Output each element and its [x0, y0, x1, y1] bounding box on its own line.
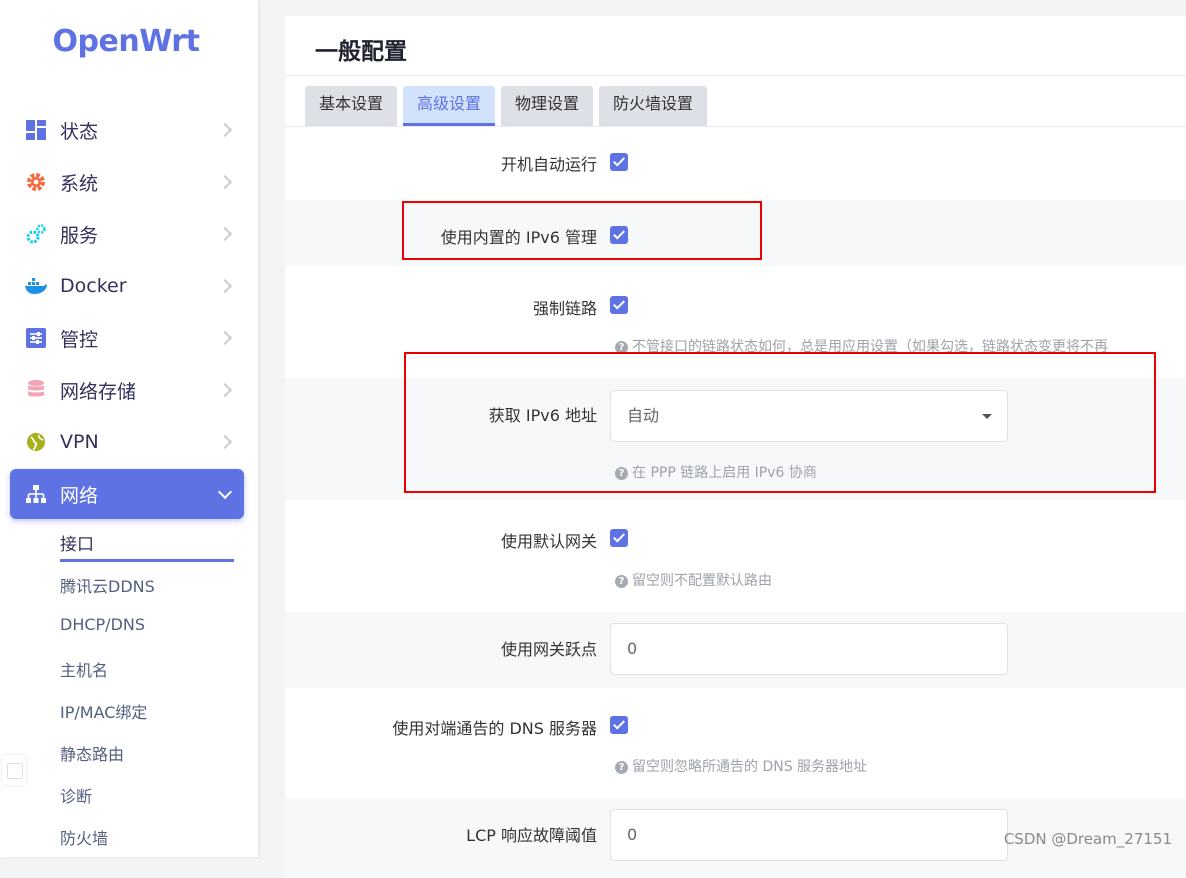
field-hint: ? 留空则忽略所通告的 DNS 服务器地址	[615, 756, 867, 776]
sidebar-item-nas[interactable]: 网络存储	[10, 365, 244, 415]
sidebar-item-services[interactable]: 服务	[10, 209, 244, 259]
submenu-item-dhcp-dns[interactable]: DHCP/DNS	[60, 615, 145, 634]
form-row-autostart: 开机自动运行	[285, 127, 1186, 200]
submenu-item-ip-mac-binding[interactable]: IP/MAC绑定	[60, 699, 147, 723]
chevron-down-icon	[217, 484, 233, 500]
peer-dns-checkbox[interactable]	[610, 716, 628, 734]
sidebar-item-docker[interactable]: Docker	[10, 261, 244, 311]
divider	[285, 75, 1186, 76]
hint-text: 留空则不配置默认路由	[632, 573, 772, 589]
field-label: 开机自动运行	[500, 155, 597, 174]
docker-icon	[24, 274, 48, 298]
sitemap-icon	[24, 482, 48, 506]
sidebar-item-label: 服务	[60, 224, 99, 247]
form-row-gateway-metric: 使用网关跃点 0	[285, 612, 1186, 688]
active-submenu-underline	[60, 559, 234, 562]
sidebar-item-label: 状态	[60, 120, 99, 143]
chevron-right-icon	[217, 278, 233, 294]
sidebar-item-label: 网络存储	[60, 380, 137, 403]
chevron-right-icon	[217, 434, 233, 450]
lcp-threshold-input[interactable]: 0	[610, 809, 1008, 861]
chevron-right-icon	[217, 226, 233, 242]
sliders-icon	[24, 326, 48, 350]
openwrt-logo[interactable]: OpenWrt	[0, 24, 252, 59]
question-circle-icon: ?	[615, 575, 628, 588]
dashboard-icon	[24, 118, 48, 142]
sidebar-item-status[interactable]: 状态	[10, 105, 244, 155]
form-row-peer-dns: 使用对端通告的 DNS 服务器 ? 留空则忽略所通告的 DNS 服务器地址	[285, 688, 1186, 798]
chevron-right-icon	[217, 122, 233, 138]
field-label: 使用默认网关	[500, 532, 597, 551]
tab-physical-settings[interactable]: 物理设置	[501, 86, 594, 126]
submenu-item-firewall[interactable]: 防火墙	[60, 825, 108, 849]
autostart-checkbox[interactable]	[610, 153, 628, 171]
submenu-item-interfaces[interactable]: 接口	[60, 530, 94, 555]
field-label: 强制链路	[532, 299, 597, 318]
highlight-box	[404, 352, 1156, 493]
gear-icon	[24, 170, 48, 194]
chevron-right-icon	[217, 382, 233, 398]
hint-text: 留空则忽略所通告的 DNS 服务器地址	[632, 759, 868, 775]
sidebar-item-label: 网络	[60, 484, 99, 507]
submenu-item-diagnostics[interactable]: 诊断	[60, 783, 92, 807]
submenu-item-hostnames[interactable]: 主机名	[60, 657, 108, 681]
square-icon	[7, 763, 23, 779]
database-icon	[24, 378, 48, 402]
default-gateway-checkbox[interactable]	[610, 529, 628, 547]
sidebar-item-system[interactable]: 系统	[10, 157, 244, 207]
field-label: 使用网关跃点	[500, 640, 597, 659]
watermark: CSDN @Dream_27151	[1003, 830, 1172, 848]
field-label: 使用对端通告的 DNS 服务器	[392, 719, 597, 738]
chevron-right-icon	[217, 330, 233, 346]
tab-basic-settings[interactable]: 基本设置	[305, 86, 398, 126]
submenu-item-static-routes[interactable]: 静态路由	[60, 741, 124, 765]
sidebar-item-network[interactable]: 网络	[10, 469, 244, 519]
sidebar-item-label: 管控	[60, 328, 99, 351]
form-row-default-gateway: 使用默认网关 ? 留空则不配置默认路由	[285, 500, 1186, 612]
tab-bar: 基本设置 高级设置 物理设置 防火墙设置	[305, 86, 713, 126]
page-title: 一般配置	[315, 39, 407, 65]
sidebar-item-label: VPN	[60, 431, 99, 453]
sidebar-item-vpn[interactable]: VPN	[10, 417, 244, 467]
gateway-metric-input[interactable]: 0	[610, 623, 1008, 675]
sidebar-item-label: Docker	[60, 275, 127, 297]
chevron-right-icon	[217, 174, 233, 190]
highlight-box	[402, 201, 762, 260]
field-hint: ? 留空则不配置默认路由	[615, 570, 772, 590]
force-link-checkbox[interactable]	[610, 296, 628, 314]
submenu-item-tencent-ddns[interactable]: 腾讯云DDNS	[60, 573, 155, 597]
sidebar: OpenWrt 状态 系统 服务 Docker 管控 网络存储 VPN 网络 接…	[0, 0, 258, 857]
tab-advanced-settings[interactable]: 高级设置	[403, 86, 496, 126]
tab-firewall-settings[interactable]: 防火墙设置	[599, 86, 708, 126]
field-label: LCP 响应故障阈值	[466, 826, 597, 845]
sidebar-item-control[interactable]: 管控	[10, 313, 244, 363]
floating-widget[interactable]	[2, 755, 26, 785]
sidebar-item-label: 系统	[60, 172, 99, 195]
question-circle-icon: ?	[615, 761, 628, 774]
cogs-icon	[24, 222, 48, 246]
globe-icon	[24, 430, 48, 454]
